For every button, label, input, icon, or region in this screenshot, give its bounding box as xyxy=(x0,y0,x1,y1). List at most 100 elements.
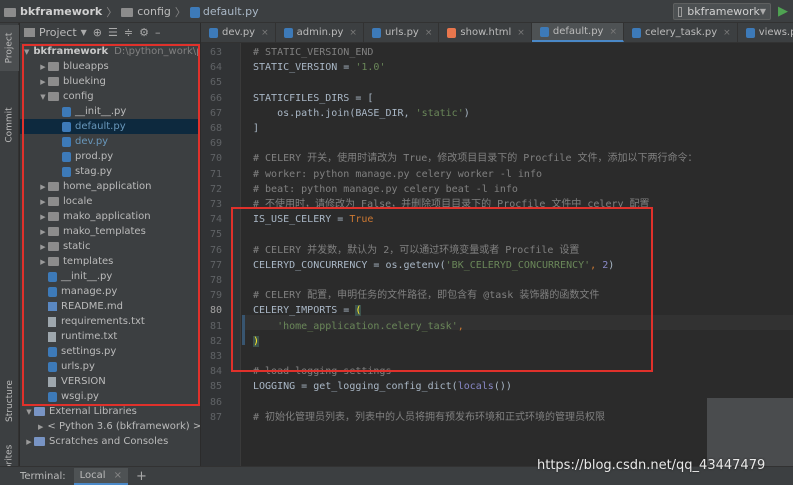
tree-item[interactable]: stag.py xyxy=(20,164,200,179)
chevron-right-icon[interactable]: ▶ xyxy=(38,243,48,251)
folder-icon xyxy=(4,8,16,17)
tree-item[interactable]: requirements.txt xyxy=(20,314,200,329)
editor-tab[interactable]: default.py × xyxy=(531,23,625,42)
line-number: 65 xyxy=(209,77,222,89)
expand-all-icon[interactable]: ≑ xyxy=(124,26,133,39)
project-panel-title[interactable]: Project xyxy=(39,26,77,39)
tree-item[interactable]: urls.py xyxy=(20,359,200,374)
python-file-icon xyxy=(209,27,218,38)
add-terminal-icon[interactable]: + xyxy=(136,469,147,484)
chevron-right-icon[interactable]: ▶ xyxy=(38,228,48,236)
folder-icon xyxy=(48,182,59,191)
code-token: '1.0' xyxy=(355,62,386,74)
gear-icon[interactable]: ⚙ xyxy=(139,26,149,39)
close-icon[interactable]: × xyxy=(114,470,122,481)
tree-item-label: runtime.txt xyxy=(61,331,118,342)
terminal-label[interactable]: Terminal: xyxy=(20,471,66,482)
run-configuration-select[interactable]: bkframework ▼ xyxy=(673,3,771,20)
tree-item[interactable]: ▶ mako_application xyxy=(20,209,200,224)
tree-item[interactable]: ▶ blueapps xyxy=(20,59,200,74)
folder-icon xyxy=(48,242,59,251)
tool-tab-commit[interactable]: Commit xyxy=(0,103,19,147)
tree-item[interactable]: ▶ blueking xyxy=(20,74,200,89)
line-number: 69 xyxy=(209,138,222,150)
tree-item[interactable]: ▶ < Python 3.6 (bkframework) > xyxy=(20,419,200,434)
editor-tab[interactable]: dev.py × xyxy=(201,23,276,42)
tree-item[interactable]: ▶ static xyxy=(20,239,200,254)
tree-item[interactable]: README.md xyxy=(20,299,200,314)
tree-item[interactable]: __init__.py xyxy=(20,104,200,119)
tree-item-label: urls.py xyxy=(61,361,95,372)
chevron-right-icon[interactable]: ▶ xyxy=(38,198,48,206)
tree-item[interactable]: ▼ External Libraries xyxy=(20,404,200,419)
collapse-all-icon[interactable]: ☰ xyxy=(108,26,118,39)
line-number: 73 xyxy=(209,199,222,210)
tree-item[interactable]: ▼ bkframework D:\python_work\py xyxy=(20,44,200,59)
chevron-right-icon[interactable]: ▶ xyxy=(38,213,48,221)
close-icon[interactable]: × xyxy=(723,28,731,38)
close-icon[interactable]: × xyxy=(517,28,525,38)
editor-tab[interactable]: show.html × xyxy=(439,23,532,42)
terminal-tab-local[interactable]: Local × xyxy=(73,467,128,485)
run-icon[interactable]: ▶ xyxy=(778,4,788,19)
project-panel-header: Project ▼ ⊕ ☰ ≑ ⚙ – xyxy=(20,23,200,43)
tree-item[interactable]: __init__.py xyxy=(20,269,200,284)
editor-tab[interactable]: urls.py × xyxy=(364,23,440,42)
close-icon[interactable]: × xyxy=(261,28,269,38)
tool-tab-project[interactable]: Project xyxy=(0,25,19,71)
tree-item[interactable]: ▼ config xyxy=(20,89,200,104)
breadcrumb-file[interactable]: default.py xyxy=(203,5,259,18)
tree-item[interactable]: ▶ Scratches and Consoles xyxy=(20,434,200,449)
breadcrumb-folder[interactable]: config xyxy=(137,5,171,18)
line-number: 85 xyxy=(209,381,222,393)
chevron-right-icon[interactable]: ▶ xyxy=(38,258,48,266)
chevron-down-icon[interactable]: ▼ xyxy=(24,408,34,416)
line-number: 87 xyxy=(209,411,222,423)
tree-item[interactable]: default.py xyxy=(20,119,200,134)
code-token: ( xyxy=(355,305,362,317)
chevron-right-icon[interactable]: ▶ xyxy=(38,63,48,71)
minimize-icon[interactable]: – xyxy=(155,26,161,39)
tree-item-label: mako_application xyxy=(63,211,151,222)
tool-tab-structure[interactable]: Structure xyxy=(0,375,19,427)
tree-item[interactable]: manage.py xyxy=(20,284,200,299)
tree-item[interactable]: ▶ home_application xyxy=(20,179,200,194)
chevron-right-icon[interactable]: ▶ xyxy=(38,423,43,431)
tree-item[interactable]: prod.py xyxy=(20,149,200,164)
tree-item[interactable]: ▶ templates xyxy=(20,254,200,269)
breadcrumb-project[interactable]: bkframework xyxy=(20,5,102,18)
tree-item[interactable]: runtime.txt xyxy=(20,329,200,344)
tree-item[interactable]: settings.py xyxy=(20,344,200,359)
tree-item[interactable]: ▶ locale xyxy=(20,194,200,209)
tree-item-label: stag.py xyxy=(75,166,113,177)
chevron-down-icon[interactable]: ▼ xyxy=(38,93,48,101)
chevron-right-icon[interactable]: ▶ xyxy=(24,438,34,446)
code-token: ] xyxy=(253,123,260,134)
chevron-down-icon[interactable]: ▼ xyxy=(24,48,29,56)
tree-item[interactable]: ▶ mako_templates xyxy=(20,224,200,239)
locate-icon[interactable]: ⊕ xyxy=(93,26,102,39)
tree-item[interactable]: VERSION xyxy=(20,374,200,389)
tree-item[interactable]: dev.py xyxy=(20,134,200,149)
close-icon[interactable]: × xyxy=(349,28,357,38)
line-number: 78 xyxy=(209,275,222,286)
editor-tab-label: admin.py xyxy=(296,27,344,38)
line-number: 86 xyxy=(209,396,222,408)
chevron-down-icon[interactable]: ▼ xyxy=(81,28,87,37)
folder-icon xyxy=(48,227,59,236)
line-number: 77 xyxy=(209,259,222,271)
editor-tab[interactable]: views.py× xyxy=(738,23,793,42)
file-icon xyxy=(48,316,56,327)
code-editor[interactable]: 63 64 65 66 67 68 69 70 71 72 73 74 75 76 77 78 79 80 81 82… xyxy=(201,43,793,466)
chevron-right-icon[interactable]: ▶ xyxy=(38,78,48,86)
folder-icon xyxy=(48,92,59,101)
line-number: 81 xyxy=(209,320,222,332)
chevron-right-icon[interactable]: ▶ xyxy=(38,183,48,191)
tree-item-label: External Libraries xyxy=(49,406,137,417)
close-icon[interactable]: × xyxy=(609,27,617,37)
close-icon[interactable]: × xyxy=(425,28,433,38)
code-line: # CELERY 配置，申明任务的文件路径，即包含有 @task 装饰器的函数文… xyxy=(253,288,599,303)
editor-tab[interactable]: celery_task.py × xyxy=(624,23,738,42)
editor-tab[interactable]: admin.py × xyxy=(276,23,364,42)
tree-item[interactable]: wsgi.py xyxy=(20,389,200,404)
